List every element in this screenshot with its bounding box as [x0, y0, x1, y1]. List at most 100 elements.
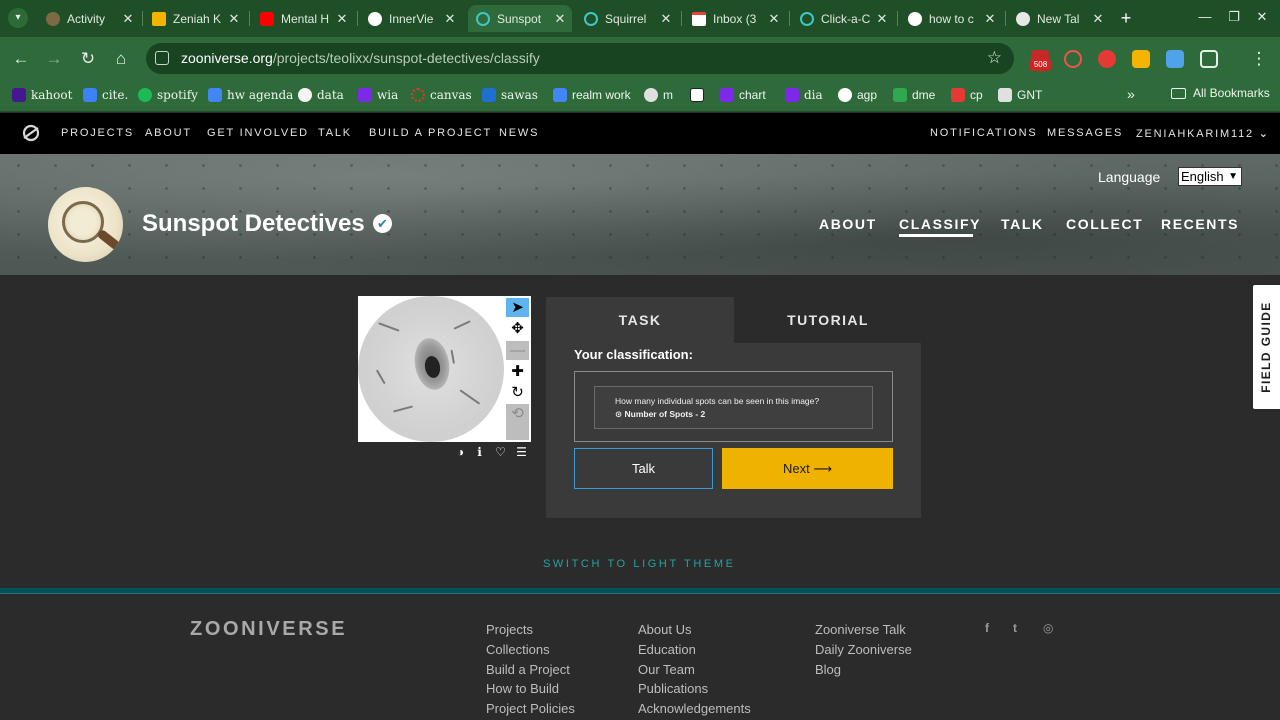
footer-link[interactable]: Project Policies	[486, 701, 575, 716]
bookmark-item[interactable]: cite.	[83, 86, 128, 104]
footer-link[interactable]: About Us	[638, 622, 691, 637]
nav-get-involved[interactable]: GET INVOLVED	[207, 127, 309, 139]
extension-icon[interactable]	[1132, 50, 1150, 68]
bookmark-item[interactable]: sawas	[482, 86, 538, 104]
extension-icon[interactable]	[1098, 50, 1116, 68]
tab-close-icon[interactable]: ✕	[768, 11, 780, 27]
tab-close-icon[interactable]: ✕	[876, 11, 888, 27]
bookmark-item[interactable]: GNT	[998, 86, 1042, 104]
collections-icon[interactable]: ☰	[515, 446, 528, 459]
footer-link[interactable]: How to Build	[486, 681, 559, 696]
browser-tab[interactable]: Squirrel ✕	[576, 5, 678, 32]
zooniverse-logo-icon[interactable]	[22, 124, 40, 142]
all-bookmarks-button[interactable]: All Bookmarks	[1171, 86, 1270, 100]
minimize-icon[interactable]: —	[1196, 8, 1214, 26]
footer-link[interactable]: Blog	[815, 662, 841, 677]
bookmark-item[interactable]: data	[298, 86, 344, 104]
nav-about[interactable]: ABOUT	[145, 127, 192, 139]
talk-button[interactable]: Talk	[574, 448, 713, 489]
nav-build-a-project[interactable]: BUILD A PROJECT	[369, 127, 492, 139]
project-nav-about[interactable]: ABOUT	[819, 216, 877, 232]
browser-tab[interactable]: Mental H ✕	[252, 5, 354, 32]
footer-link[interactable]: Collections	[486, 642, 550, 657]
browser-tab[interactable]: Inbox (3 ✕	[684, 5, 786, 32]
bookmark-item[interactable]: dia	[785, 86, 823, 104]
bookmark-item[interactable]: dme	[893, 86, 935, 104]
restore-icon[interactable]: ❐	[1225, 8, 1243, 26]
tab-close-icon[interactable]: ✕	[444, 11, 456, 27]
forward-icon[interactable]: →	[44, 49, 64, 69]
project-nav-classify[interactable]: CLASSIFY	[899, 216, 981, 232]
subject-image[interactable]	[358, 296, 504, 442]
bookmark-star-icon[interactable]: ☆	[987, 48, 1002, 68]
zoom-out-icon[interactable]: —	[506, 341, 529, 360]
language-select[interactable]: English ▼	[1178, 167, 1242, 186]
project-nav-collect[interactable]: COLLECT	[1066, 216, 1143, 232]
footer-link[interactable]: Publications	[638, 681, 708, 696]
nav-news[interactable]: NEWS	[499, 127, 539, 139]
nav-notifications[interactable]: NOTIFICATIONS	[930, 127, 1038, 139]
browser-tab[interactable]: New Tal ✕	[1008, 5, 1110, 32]
bookmark-item[interactable]: chart	[720, 86, 766, 104]
pointer-tool-icon[interactable]: ➤	[506, 298, 529, 317]
bookmark-item[interactable]: realm work	[553, 86, 631, 104]
tab-close-icon[interactable]: ✕	[122, 11, 134, 27]
move-tool-icon[interactable]: ✥	[506, 319, 529, 338]
browser-tab[interactable]: Zeniah K ✕	[144, 5, 246, 32]
footer-link[interactable]: Acknowledgements	[638, 701, 751, 716]
extension-icon[interactable]	[1166, 50, 1184, 68]
tab-tutorial[interactable]: TUTORIAL	[734, 297, 922, 343]
bookmark-item[interactable]: cp	[951, 86, 983, 104]
home-icon[interactable]: ⌂	[111, 49, 131, 69]
info-icon[interactable]: ℹ	[473, 446, 486, 459]
browser-tab[interactable]: InnerVie ✕	[360, 5, 462, 32]
project-nav-recents[interactable]: RECENTS	[1161, 216, 1239, 232]
instagram-icon[interactable]: ◎	[1043, 621, 1053, 635]
nav-talk[interactable]: TALK	[318, 127, 352, 139]
project-title[interactable]: Sunspot Detectives	[142, 210, 365, 238]
browser-tab-active[interactable]: Sunspot ✕	[468, 5, 572, 32]
footer-logo[interactable]: ZOONIVERSE	[190, 618, 347, 641]
facebook-icon[interactable]: f	[985, 621, 989, 635]
bookmark-item[interactable]: wia	[358, 86, 398, 104]
more-bookmarks-icon[interactable]: »	[1127, 86, 1135, 102]
bookmark-item[interactable]: hw agenda	[208, 86, 293, 104]
tab-search-icon[interactable]: ▾	[8, 8, 28, 28]
favorite-icon[interactable]: ♡	[494, 446, 507, 459]
bookmark-item[interactable]: spotify	[138, 86, 198, 104]
bookmark-item[interactable]: canvas	[411, 86, 472, 104]
footer-link[interactable]: Projects	[486, 622, 533, 637]
browser-tab[interactable]: Click-a-C ✕	[792, 5, 894, 32]
browser-menu-icon[interactable]: ⋮	[1249, 49, 1269, 69]
url-text[interactable]: zooniverse.org/projects/teolixx/sunspot-…	[181, 50, 540, 66]
tab-close-icon[interactable]: ✕	[1092, 11, 1104, 27]
tab-close-icon[interactable]: ✕	[228, 11, 240, 27]
browser-tab[interactable]: how to c ✕	[900, 5, 1002, 32]
project-nav-talk[interactable]: TALK	[1001, 216, 1044, 232]
tab-close-icon[interactable]: ✕	[554, 11, 566, 27]
footer-link[interactable]: Zooniverse Talk	[815, 622, 906, 637]
tab-task[interactable]: TASK	[546, 297, 734, 343]
nav-account-menu[interactable]: ZENIAHKARIM112 ⌄	[1136, 127, 1270, 140]
nav-projects[interactable]: PROJECTS	[61, 127, 134, 139]
bookmark-item[interactable]: agp	[838, 86, 877, 104]
tab-close-icon[interactable]: ✕	[660, 11, 672, 27]
address-bar[interactable]: zooniverse.org/projects/teolixx/sunspot-…	[146, 43, 1014, 74]
reload-icon[interactable]: ↻	[78, 49, 98, 69]
footer-link[interactable]: Build a Project	[486, 662, 570, 677]
next-button[interactable]: Next ⟶	[722, 448, 893, 489]
bookmark-item[interactable]: kahoot	[12, 86, 72, 104]
new-tab-button[interactable]: +	[1117, 9, 1135, 27]
reset-icon[interactable]: ⟲	[506, 404, 529, 423]
invert-icon[interactable]: ◑	[454, 446, 467, 459]
bookmark-item[interactable]: m	[644, 86, 673, 104]
zoom-in-icon[interactable]: ✚	[506, 362, 529, 381]
switch-theme-button[interactable]: SWITCH TO LIGHT THEME	[543, 558, 736, 570]
project-avatar[interactable]	[48, 187, 123, 262]
extensions-puzzle-icon[interactable]	[1200, 50, 1218, 68]
close-window-icon[interactable]: ✕	[1253, 8, 1271, 26]
bookmark-item[interactable]	[690, 86, 709, 104]
rotate-icon[interactable]: ↻	[506, 383, 529, 402]
site-info-icon[interactable]	[155, 51, 169, 65]
twitter-icon[interactable]: t	[1013, 621, 1017, 635]
